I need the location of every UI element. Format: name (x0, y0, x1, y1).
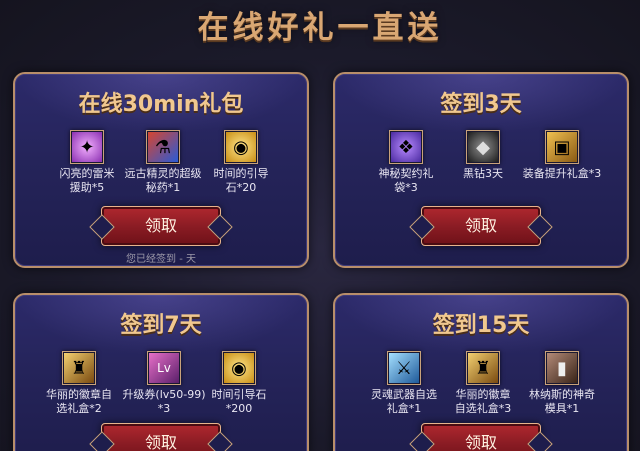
mystic-bag-icon: ❖ (389, 130, 423, 164)
emblem-box-icon: ♜ (466, 351, 500, 385)
panel-title: 在线30min礼包 (78, 92, 244, 117)
claim-button[interactable]: 领取 (101, 423, 221, 451)
golden-egg-icon: ◉ (222, 351, 256, 385)
claim-button[interactable]: 领取 (101, 206, 221, 246)
reward-label: 闪亮的雷米援助*5 (59, 167, 115, 194)
purple-crystal-icon: ✦ (70, 130, 104, 164)
reward-label: 时间的引导石*20 (213, 167, 269, 194)
reward-item[interactable]: ◉ 时间的引导石*20 (196, 130, 286, 195)
gift-panel-online-30min: 在线30min礼包 ✦ 闪亮的雷米援助*5 ⚗ 远古精灵的超级秘药*1 ◉ 时间… (13, 72, 309, 268)
mold-icon: ▮ (545, 351, 579, 385)
gift-panel-signin-7days: 签到7天 ♜ 华丽的徽章自选礼盒*2 Lv 升级券(lv50-99) *3 ◉ … (13, 293, 309, 451)
soul-weapon-box-icon: ⚔ (387, 351, 421, 385)
reward-label: 神秘契约礼袋*3 (378, 167, 434, 194)
gift-panel-signin-15days: 签到15天 ⚔ 灵魂武器自选礼盒*1 ♜ 华丽的徽章自选礼盒*3 ▮ 林纳斯的神… (333, 293, 629, 451)
potion-icon: ⚗ (146, 130, 180, 164)
gift-box-icon: ▣ (545, 130, 579, 164)
reward-label: 灵魂武器自选礼盒*1 (371, 388, 437, 415)
page-title: 在线好礼一直送 (197, 10, 443, 46)
golden-egg-icon: ◉ (224, 130, 258, 164)
reward-item[interactable]: ◆ 黑钻3天 (438, 130, 528, 181)
gift-panel-signin-3days: 签到3天 ❖ 神秘契约礼袋*3 ◆ 黑钻3天 ▣ 装备提升礼盒*3 领取 (333, 72, 629, 268)
level-ticket-icon: Lv (147, 351, 181, 385)
black-diamond-icon: ◆ (466, 130, 500, 164)
reward-item[interactable]: ♜ 华丽的徽章自选礼盒*2 (34, 351, 124, 416)
reward-label: 林纳斯的神奇模具*1 (529, 388, 595, 415)
reward-item[interactable]: ◉ 时间引导石*200 (194, 351, 284, 416)
emblem-box-icon: ♜ (62, 351, 96, 385)
reward-item[interactable]: ▮ 林纳斯的神奇模具*1 (517, 351, 607, 416)
reward-label: 华丽的徽章自选礼盒*2 (46, 388, 112, 415)
claim-button[interactable]: 领取 (421, 206, 541, 246)
reward-label: 华丽的徽章自选礼盒*3 (454, 388, 512, 415)
reward-label: 远古精灵的超级秘药*1 (124, 167, 202, 194)
signin-status-text: 您已经签到 - 天 (126, 254, 196, 265)
reward-item[interactable]: ♜ 华丽的徽章自选礼盒*3 (438, 351, 528, 416)
panel-title: 签到3天 (440, 92, 522, 117)
reward-label: 黑钻3天 (463, 167, 503, 180)
panel-title: 签到15天 (432, 313, 530, 338)
reward-label: 时间引导石*200 (211, 388, 267, 415)
claim-button[interactable]: 领取 (421, 423, 541, 451)
reward-item[interactable]: ⚔ 灵魂武器自选礼盒*1 (359, 351, 449, 416)
panel-title: 签到7天 (120, 313, 202, 338)
reward-item[interactable]: ▣ 装备提升礼盒*3 (517, 130, 607, 181)
reward-item[interactable]: ⚗ 远古精灵的超级秘药*1 (118, 130, 208, 195)
reward-label: 装备提升礼盒*3 (522, 167, 602, 180)
